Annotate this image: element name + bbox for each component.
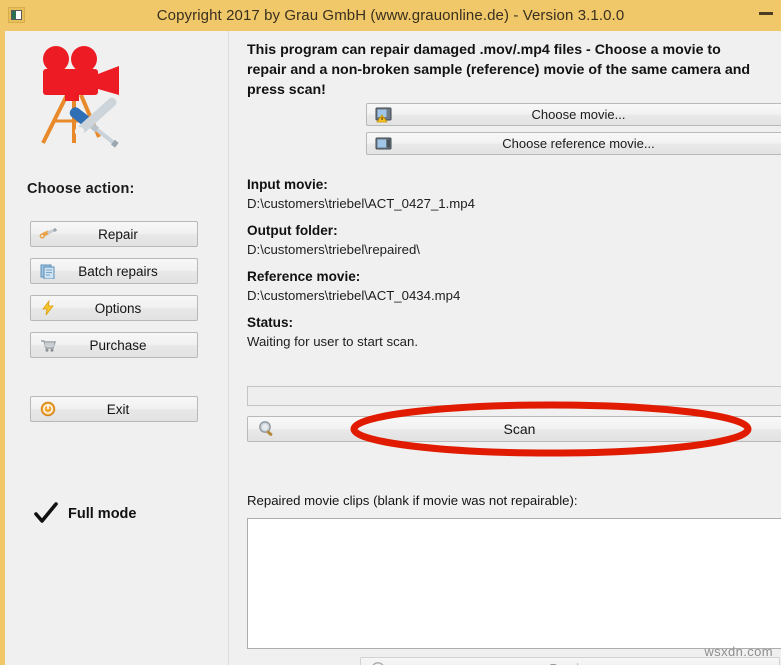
sidebar-item-label: Repair (98, 226, 138, 242)
output-folder-field: Output folder: D:\customers\triebel\repa… (247, 222, 420, 259)
intro-line: repair and a non-broken sample (referenc… (247, 62, 751, 78)
sidebar-item-purchase[interactable]: Purchase (30, 332, 198, 358)
sidebar-item-label: Options (94, 300, 142, 316)
repaired-clips-label: Repaired movie clips (blank if movie was… (247, 493, 578, 508)
play-circle-icon (364, 661, 392, 665)
reference-movie-field: Reference movie: D:\customers\triebel\AC… (247, 268, 460, 305)
field-key: Status: (247, 315, 294, 330)
field-value: D:\customers\triebel\repaired\ (247, 242, 420, 257)
scan-button-label: Scan (503, 421, 536, 437)
sidebar-heading: Choose action: (27, 181, 135, 197)
sidebar-item-batch-repairs[interactable]: Batch repairs (30, 258, 198, 284)
choose-reference-label: Choose reference movie... (502, 136, 655, 151)
field-value: D:\customers\triebel\ACT_0434.mp4 (247, 288, 461, 303)
intro-line: This program can repair damaged .mov/.mp… (247, 42, 721, 58)
sidebar: Choose action: Repair Batch repairs Opti… (5, 31, 229, 665)
documents-icon (35, 263, 61, 279)
sidebar-item-label: Exit (106, 401, 130, 417)
repaired-clips-list[interactable] (247, 518, 781, 649)
choose-movie-label: Choose movie... (531, 107, 626, 122)
choose-movie-button[interactable]: Choose movie... (366, 103, 781, 126)
intro-text: This program can repair damaged .mov/.mp… (247, 40, 781, 100)
full-mode-label: Full mode (68, 506, 137, 522)
sidebar-item-label: Purchase (89, 337, 147, 353)
field-key: Output folder: (247, 223, 338, 238)
intro-line: press scan! (247, 82, 326, 98)
choose-reference-movie-button[interactable]: Choose reference movie... (366, 132, 781, 155)
preview-button-label: Preview (392, 661, 779, 665)
window-icon (8, 7, 25, 23)
status-field: Status: Waiting for user to start scan. (247, 314, 418, 351)
magnifier-icon (252, 420, 282, 438)
full-mode-indicator[interactable]: Full mode (33, 501, 136, 527)
sidebar-item-repair[interactable]: Repair (30, 221, 198, 247)
sidebar-item-options[interactable]: Options (30, 295, 198, 321)
main-panel: This program can repair damaged .mov/.mp… (230, 31, 781, 665)
movie-camera-repair-logo (27, 43, 137, 148)
title-bar: Copyright 2017 by Grau GmbH (www.grauonl… (0, 0, 781, 31)
field-key: Reference movie: (247, 269, 361, 284)
movie-reference-icon (370, 135, 398, 152)
wrench-screwdriver-icon (35, 226, 61, 242)
scan-button[interactable]: Scan (247, 416, 781, 442)
checkmark-icon (33, 501, 59, 527)
field-key: Input movie: (247, 177, 328, 192)
watermark: wsxdn.com (704, 644, 773, 659)
lightning-bolt-icon (35, 300, 61, 316)
sidebar-item-label: Batch repairs (78, 263, 158, 279)
field-value: Waiting for user to start scan. (247, 334, 419, 349)
minimize-button[interactable] (759, 12, 773, 15)
shopping-cart-icon (35, 337, 61, 353)
application-window: Copyright 2017 by Grau GmbH (www.grauonl… (0, 0, 781, 665)
input-movie-field: Input movie: D:\customers\triebel\ACT_04… (247, 176, 475, 213)
power-icon (35, 401, 61, 417)
scan-progress-bar (247, 386, 781, 406)
field-value: D:\customers\triebel\ACT_0427_1.mp4 (247, 196, 475, 211)
sidebar-item-exit[interactable]: Exit (30, 396, 198, 422)
window-title: Copyright 2017 by Grau GmbH (www.grauonl… (156, 7, 625, 24)
movie-warning-icon (370, 106, 398, 123)
